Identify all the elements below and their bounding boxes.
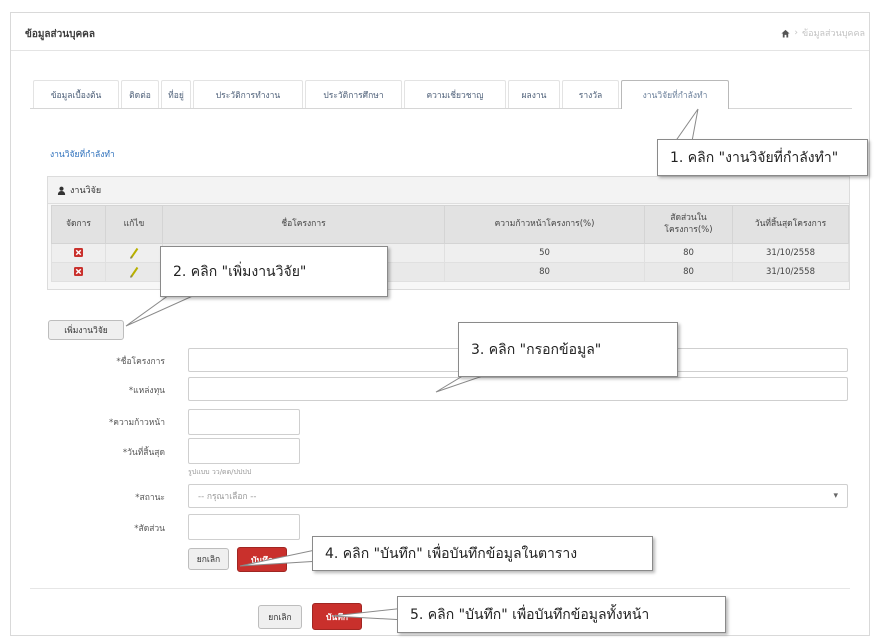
profile-tabs: ข้อมูลเบื้องต้น ติดต่อ ที่อยู่ ประวัติกา…	[33, 80, 729, 109]
tab-basic-info[interactable]: ข้อมูลเบื้องต้น	[33, 80, 119, 108]
column-header-edit: แก้ไข	[105, 205, 163, 244]
share-input[interactable]	[188, 514, 300, 540]
page-title: ข้อมูลส่วนบุคคล	[25, 29, 95, 40]
status-select[interactable]: -- กรุณาเลือก -- ▾	[188, 484, 848, 508]
share-cell: 80	[644, 243, 733, 263]
column-header-manage: จัดการ	[51, 205, 106, 244]
section-link[interactable]: งานวิจัยที่กำลังทำ	[50, 147, 115, 161]
callout-step-5: 5. คลิก "บันทึก" เพื่อบันทึกข้อมูลทั้งหน…	[397, 596, 726, 633]
funding-source-label: *แหล่งทุน	[128, 386, 165, 396]
pencil-icon[interactable]	[129, 266, 139, 278]
status-select-value: -- กรุณาเลือก --	[198, 492, 257, 502]
callout-step-3: 3. คลิก "กรอกข้อมูล"	[458, 322, 678, 377]
column-header-progress: ความก้าวหน้าโครงการ(%)	[444, 205, 645, 244]
progress-cell: 80	[444, 262, 645, 282]
end-date-label: *วันที่สิ้นสุด	[122, 448, 165, 458]
edit-cell	[105, 262, 163, 282]
end-date-cell: 31/10/2558	[732, 243, 849, 263]
page-save-button[interactable]: บันทึก	[312, 603, 362, 630]
share-cell: 80	[644, 262, 733, 282]
header-divider	[11, 50, 869, 51]
callout-step-4: 4. คลิก "บันทึก" เพื่อบันทึกข้อมูลในตารา…	[312, 536, 653, 571]
progress-input[interactable]	[188, 409, 300, 435]
end-date-input[interactable]	[188, 438, 300, 464]
callout-step-2: 2. คลิก "เพิ่มงานวิจัย"	[160, 246, 388, 297]
tab-contact[interactable]: ติดต่อ	[121, 80, 159, 108]
breadcrumb: › ข้อมูลส่วนบุคคล	[781, 26, 865, 40]
end-date-cell: 31/10/2558	[732, 262, 849, 282]
form-save-button[interactable]: บันทึก	[237, 547, 287, 572]
tab-awards[interactable]: รางวัล	[562, 80, 619, 108]
callout-step-1: 1. คลิก "งานวิจัยที่กำลังทำ"	[657, 139, 868, 176]
tab-work-history[interactable]: ประวัติการทำงาน	[193, 80, 303, 108]
tab-current-research[interactable]: งานวิจัยที่กำลังทำ	[621, 80, 729, 109]
end-date-hint: รูปแบบ วว/ดด/ปปปป	[188, 468, 252, 476]
page-cancel-button[interactable]: ยกเลิก	[258, 605, 302, 629]
form-cancel-button[interactable]: ยกเลิก	[188, 548, 229, 570]
add-research-button[interactable]: เพิ่มงานวิจัย	[48, 320, 124, 340]
project-name-label: *ชื่อโครงการ	[116, 357, 165, 367]
tab-expertise[interactable]: ความเชี่ยวชาญ	[404, 80, 506, 108]
column-header-project-name: ชื่อโครงการ	[162, 205, 445, 244]
panel-header: งานวิจัย	[48, 177, 849, 204]
column-header-end-date: วันที่สิ้นสุดโครงการ	[732, 205, 849, 244]
tab-education[interactable]: ประวัติการศึกษา	[305, 80, 402, 108]
delete-icon[interactable]	[74, 248, 83, 258]
home-icon[interactable]	[781, 29, 790, 38]
delete-icon[interactable]	[74, 267, 83, 277]
panel-title: งานวิจัย	[70, 186, 102, 196]
share-label: *สัดส่วน	[134, 524, 165, 534]
progress-cell: 50	[444, 243, 645, 263]
funding-source-input[interactable]	[188, 377, 848, 401]
delete-cell	[51, 243, 106, 263]
pencil-icon[interactable]	[129, 247, 139, 259]
user-icon	[57, 186, 66, 195]
breadcrumb-separator: ›	[794, 28, 799, 38]
chevron-down-icon: ▾	[833, 491, 838, 501]
form-divider	[30, 588, 850, 589]
status-label: *สถานะ	[135, 493, 165, 503]
column-header-share: สัดส่วนใน โครงการ(%)	[644, 205, 733, 244]
table-header-row: จัดการ แก้ไข ชื่อโครงการ ความก้าวหน้าโคร…	[51, 205, 849, 244]
tab-works[interactable]: ผลงาน	[508, 80, 560, 108]
tab-address[interactable]: ที่อยู่	[161, 80, 191, 108]
breadcrumb-current[interactable]: ข้อมูลส่วนบุคคล	[802, 26, 865, 40]
delete-cell	[51, 262, 106, 282]
progress-label: *ความก้าวหน้า	[109, 418, 165, 428]
edit-cell	[105, 243, 163, 263]
